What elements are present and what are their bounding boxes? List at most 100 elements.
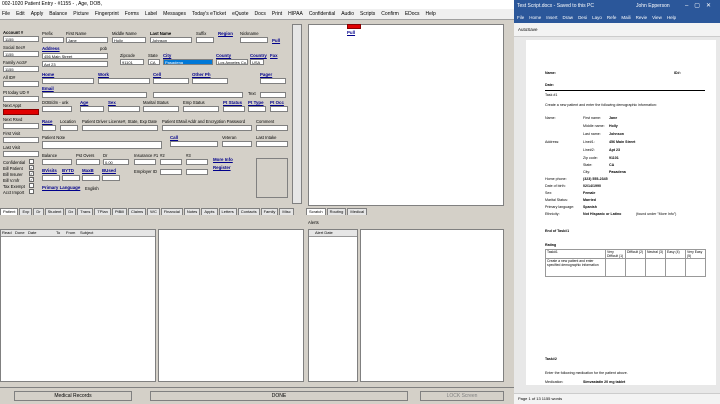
alerts-list[interactable]: Alert Date bbox=[308, 229, 358, 382]
work-phone-label[interactable]: Work bbox=[98, 72, 109, 77]
ribbon-design[interactable]: Desi bbox=[578, 15, 587, 20]
zip-field[interactable]: 91101 bbox=[120, 59, 144, 65]
tab-tplan[interactable]: TPlan bbox=[94, 208, 111, 215]
tab-medical[interactable]: Medical bbox=[347, 208, 368, 215]
email-field[interactable] bbox=[42, 92, 147, 98]
next-rsvd-field[interactable] bbox=[3, 123, 39, 129]
email-label[interactable]: Email bbox=[42, 86, 54, 91]
state-field[interactable]: CA bbox=[148, 59, 160, 65]
call-label[interactable]: Call bbox=[170, 135, 178, 140]
col-from[interactable]: From bbox=[66, 230, 80, 236]
insurance2-field[interactable] bbox=[160, 159, 182, 165]
menu-fingerprint[interactable]: Fingerprint bbox=[95, 11, 119, 17]
email-password-field[interactable] bbox=[162, 125, 252, 131]
photo-box[interactable] bbox=[256, 158, 288, 198]
tab-student[interactable]: Student bbox=[44, 208, 65, 215]
menu-apply[interactable]: Apply bbox=[31, 11, 44, 17]
tab-notes[interactable]: Notes bbox=[183, 208, 201, 215]
ribbon-view[interactable]: View bbox=[652, 15, 662, 20]
tab-scratch[interactable]: Scratch bbox=[306, 208, 326, 215]
middle-name-field[interactable]: Holly bbox=[112, 37, 146, 43]
city-label[interactable]: City bbox=[163, 53, 171, 58]
alert-date-header[interactable]: Alert Date bbox=[309, 230, 357, 237]
pager-field[interactable] bbox=[260, 78, 286, 84]
col-read[interactable]: Read bbox=[1, 230, 15, 236]
ribbon-mailings[interactable]: Maili bbox=[621, 15, 630, 20]
tab-patient[interactable]: Patient bbox=[0, 208, 19, 215]
tab-wc[interactable]: WC bbox=[147, 208, 160, 215]
acct-import-checkbox[interactable] bbox=[29, 189, 34, 194]
ribbon-insert[interactable]: Insert bbox=[546, 15, 557, 20]
past-due-field[interactable] bbox=[76, 159, 100, 165]
other-phone-label[interactable]: Other Ph bbox=[192, 72, 211, 77]
race-label[interactable]: Race bbox=[42, 119, 53, 124]
status-medical-records[interactable]: Medical Records bbox=[14, 391, 132, 401]
tab-letters[interactable]: Letters bbox=[218, 208, 237, 215]
col-subject[interactable]: Subject bbox=[80, 230, 93, 236]
home-phone-field[interactable] bbox=[42, 78, 94, 84]
tab-contacts[interactable]: Contacts bbox=[237, 208, 260, 215]
insurance3-field[interactable] bbox=[186, 159, 208, 165]
bytd-label[interactable]: BYTD bbox=[62, 168, 74, 173]
pt-status-label[interactable]: Pt Status bbox=[223, 100, 242, 105]
pt-type-field[interactable] bbox=[248, 106, 266, 112]
menu-eticket[interactable]: Today's eTicket bbox=[192, 11, 226, 17]
window-controls-icon[interactable]: –▢✕ bbox=[685, 0, 717, 12]
ribbon-home[interactable]: Home bbox=[529, 15, 541, 20]
menu-confidential[interactable]: Confidential bbox=[309, 11, 335, 17]
rating-cell-2[interactable] bbox=[625, 258, 646, 277]
all-id-field[interactable] bbox=[3, 81, 39, 87]
menu-picture[interactable]: Picture bbox=[73, 11, 89, 17]
region-label[interactable]: Region bbox=[218, 31, 233, 36]
age-label[interactable]: Age bbox=[80, 100, 88, 105]
menu-scripts[interactable]: Scripts bbox=[360, 11, 375, 17]
race-field[interactable] bbox=[42, 125, 56, 131]
rating-cell-1[interactable] bbox=[605, 258, 626, 277]
insurance1-field[interactable] bbox=[134, 159, 156, 165]
sex-label[interactable]: Sex bbox=[108, 100, 116, 105]
last-intake-field[interactable] bbox=[256, 141, 288, 147]
suffix-field[interactable] bbox=[196, 37, 214, 43]
menu-edocs[interactable]: EDocs bbox=[405, 11, 420, 17]
pt-type-label[interactable]: Pt Type bbox=[248, 100, 264, 105]
prefix-field[interactable] bbox=[42, 37, 64, 43]
more-info-link[interactable]: More Info bbox=[213, 157, 233, 162]
tab-misc[interactable]: Misc bbox=[279, 208, 294, 215]
location-field[interactable] bbox=[60, 125, 78, 131]
col-done[interactable]: Done bbox=[15, 230, 28, 236]
first-visit-field[interactable] bbox=[3, 137, 39, 143]
veteran-field[interactable] bbox=[222, 141, 252, 147]
lock-screen-button[interactable]: LOCK Screen bbox=[420, 391, 504, 401]
register-link[interactable]: Register bbox=[213, 165, 231, 170]
first-name-field[interactable]: Jane bbox=[66, 37, 108, 43]
maxb-label[interactable]: MaxB bbox=[82, 168, 94, 173]
menu-audio[interactable]: Audio bbox=[341, 11, 354, 17]
menu-forms[interactable]: Forms bbox=[125, 11, 139, 17]
pt-today-field[interactable] bbox=[3, 96, 39, 102]
menu-label[interactable]: Label bbox=[145, 11, 157, 17]
tab-appts[interactable]: Appts bbox=[201, 208, 218, 215]
tab-exp[interactable]: Exp bbox=[19, 208, 33, 215]
cell-phone-field[interactable] bbox=[153, 78, 189, 84]
sex-field[interactable] bbox=[108, 106, 140, 112]
bill-insurer-checkbox[interactable]: ✓ bbox=[29, 171, 34, 176]
marital-field[interactable] bbox=[143, 106, 179, 112]
comment-field[interactable] bbox=[256, 125, 288, 131]
scratch-panel[interactable] bbox=[308, 24, 504, 206]
bused-field[interactable] bbox=[102, 175, 120, 181]
tab-routing[interactable]: Routing bbox=[326, 208, 347, 215]
menu-hipaa[interactable]: HIPAA bbox=[288, 11, 303, 17]
county-field[interactable]: Los Angeles Co. bbox=[216, 59, 248, 65]
bvisits-field[interactable] bbox=[42, 175, 60, 181]
emp-status-field[interactable] bbox=[183, 106, 219, 112]
pull-link[interactable]: Pull bbox=[272, 38, 280, 43]
rating-cell-5[interactable] bbox=[685, 258, 706, 277]
other-phone-field[interactable] bbox=[192, 78, 228, 84]
tab-ptbill[interactable]: PtBill bbox=[111, 208, 127, 215]
word-user[interactable]: John Epperson bbox=[636, 0, 670, 12]
tab-dx[interactable]: Dx bbox=[65, 208, 77, 215]
tax-exempt-checkbox[interactable] bbox=[29, 183, 34, 188]
country-label[interactable]: Country bbox=[250, 53, 267, 58]
ssn-field[interactable]: 1155 bbox=[3, 51, 39, 57]
cell-phone-label[interactable]: Cell bbox=[153, 72, 161, 77]
